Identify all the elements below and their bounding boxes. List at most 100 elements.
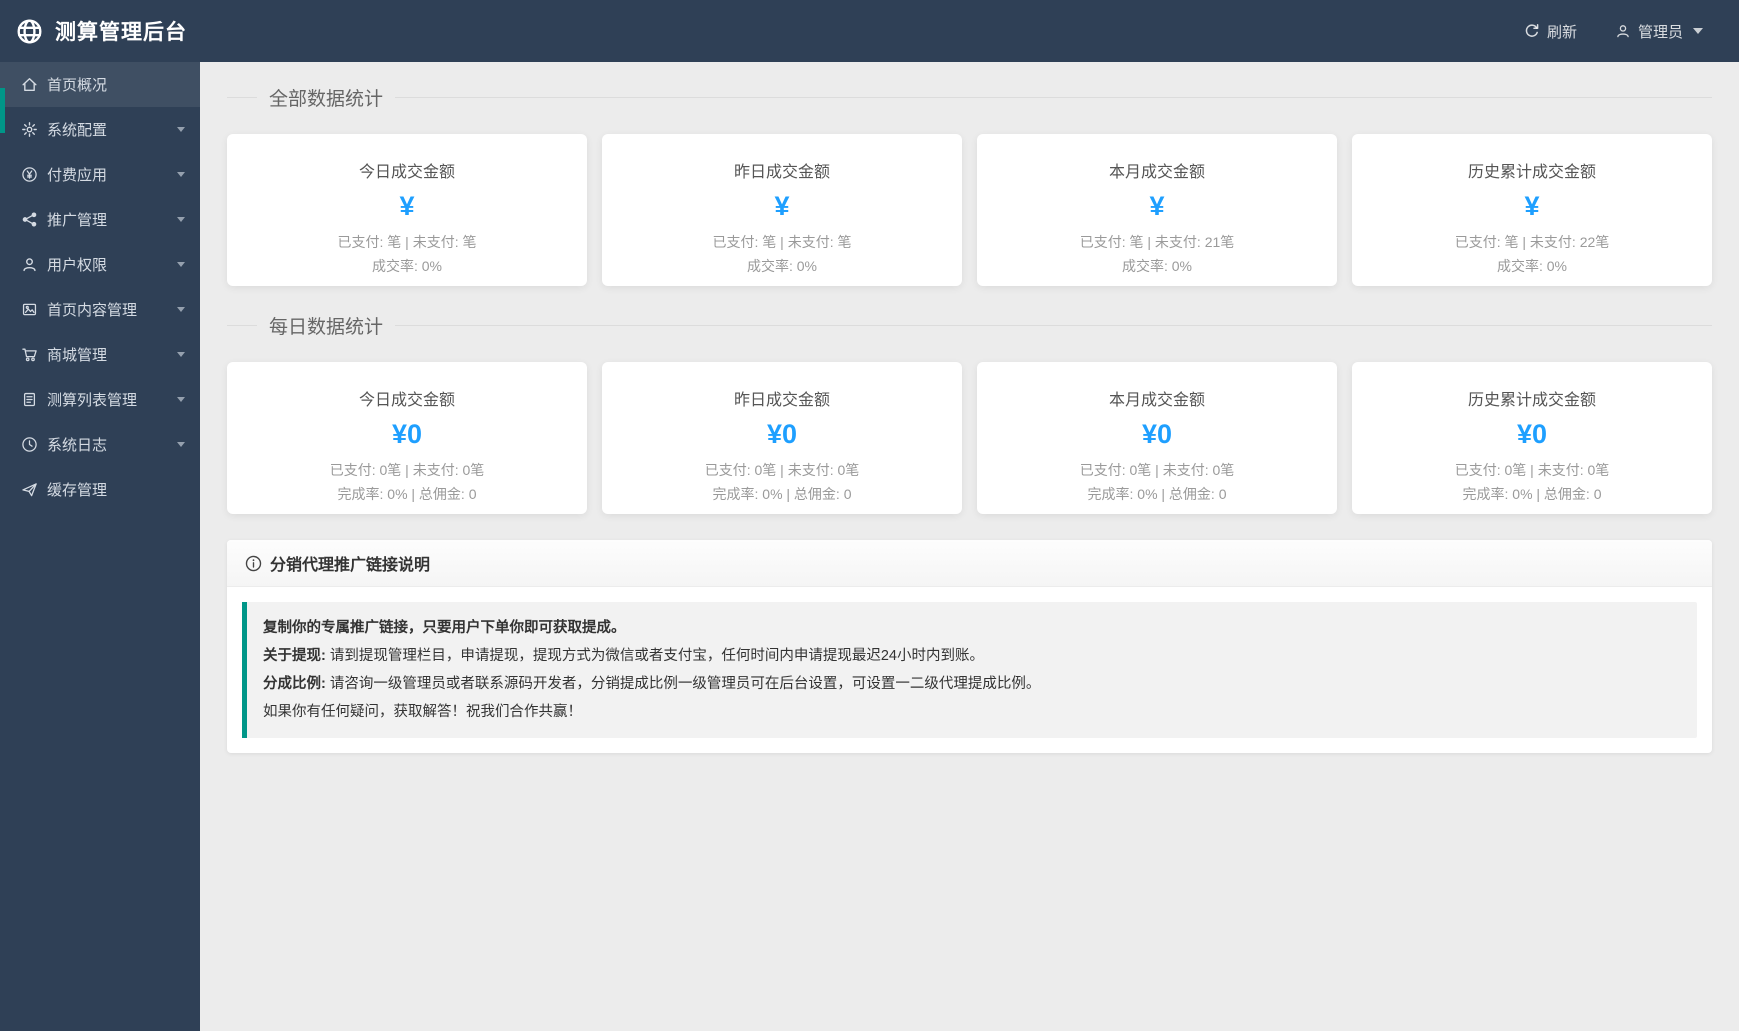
sidebar-item-label: 缓存管理	[47, 479, 185, 500]
paper-plane-icon	[21, 481, 38, 498]
stat-card: 今日成交金额 ¥0 已支付: 0笔 | 未支付: 0笔完成率: 0% | 总佣金: …	[227, 362, 587, 514]
section-title-all-stats: 全部数据统计	[227, 86, 1712, 108]
user-icon	[1615, 23, 1631, 39]
notice-line-text: 如果你有任何疑问，获取解答！祝我们合作共赢！	[263, 704, 582, 720]
stat-card-line2: 成交率: 0%	[227, 256, 587, 276]
stat-card: 本月成交金额¥已支付: 笔 | 未支付: 21笔成交率: 0%	[977, 134, 1337, 286]
sidebar-menu: 首页概况系统配置付费应用推广管理用户权限首页内容管理商城管理测算列表管理系统日志…	[0, 62, 200, 512]
sidebar-item-paid-apps[interactable]: 付费应用	[0, 152, 200, 197]
stat-card-line1: 已支付: 0笔 | 未支付: 0笔	[602, 460, 962, 480]
notice-line-bold: 复制你的专属推广链接，只要用户下单你即可获取提成。	[263, 620, 626, 636]
sidebar-item-label: 商城管理	[47, 344, 177, 365]
notice-line: 关于提现: 请到提现管理栏目，申请提现，提现方式为微信或者支付宝，任何时间内申请…	[263, 642, 1681, 670]
sidebar-item-calc-list[interactable]: 测算列表管理	[0, 377, 200, 422]
user-icon	[21, 256, 38, 273]
notice-quote: 复制你的专属推广链接，只要用户下单你即可获取提成。关于提现: 请到提现管理栏目，…	[242, 602, 1697, 738]
sidebar-item-label: 测算列表管理	[47, 389, 177, 410]
notice-line-text: 请到提现管理栏目，申请提现，提现方式为微信或者支付宝，任何时间内申请提现最迟24…	[326, 648, 984, 664]
admin-dropdown[interactable]: 管理员	[1615, 21, 1703, 42]
notice-panel-body: 复制你的专属推广链接，只要用户下单你即可获取提成。关于提现: 请到提现管理栏目，…	[227, 587, 1712, 753]
notice-title: 分销代理推广链接说明	[270, 551, 430, 575]
topbar-actions: 刷新 管理员	[1524, 21, 1739, 42]
active-menu-indicator	[0, 88, 5, 133]
stat-card-line2: 完成率: 0% | 总佣金: 0	[977, 484, 1337, 504]
stat-card-line1: 已支付: 笔 | 未支付: 笔	[602, 232, 962, 252]
stat-card: 今日成交金额¥已支付: 笔 | 未支付: 笔成交率: 0%	[227, 134, 587, 286]
stat-card-amount: ¥0	[227, 418, 587, 450]
stat-card-line2: 完成率: 0% | 总佣金: 0	[1352, 484, 1712, 504]
notice-line: 如果你有任何疑问，获取解答！祝我们合作共赢！	[263, 698, 1681, 726]
chevron-down-icon	[177, 217, 185, 222]
stat-card-line2: 完成率: 0% | 总佣金: 0	[227, 484, 587, 504]
stat-card-line2: 成交率: 0%	[1352, 256, 1712, 276]
chevron-down-icon	[177, 172, 185, 177]
sidebar-item-home[interactable]: 首页概况	[0, 62, 200, 107]
sidebar-item-label: 系统日志	[47, 434, 177, 455]
stats-sections: 全部数据统计今日成交金额¥已支付: 笔 | 未支付: 笔成交率: 0%昨日成交金…	[227, 86, 1712, 514]
stat-card-amount: ¥0	[977, 418, 1337, 450]
share-icon	[21, 211, 38, 228]
stat-card-line1: 已支付: 0笔 | 未支付: 0笔	[227, 460, 587, 480]
caret-down-icon	[1693, 28, 1703, 34]
chevron-down-icon	[177, 127, 185, 132]
info-icon	[245, 555, 262, 572]
stat-card-title: 今日成交金额	[227, 386, 587, 410]
sidebar-item-label: 首页概况	[47, 74, 185, 95]
section-title-text: 全部数据统计	[257, 84, 395, 111]
sidebar-item-system-logs[interactable]: 系统日志	[0, 422, 200, 467]
stat-card-title: 昨日成交金额	[602, 158, 962, 182]
chevron-down-icon	[177, 442, 185, 447]
admin-label: 管理员	[1638, 21, 1683, 42]
sidebar-item-label: 系统配置	[47, 119, 177, 140]
stat-card-title: 本月成交金额	[977, 158, 1337, 182]
stat-card-amount: ¥	[227, 190, 587, 222]
yen-circle-icon	[21, 166, 38, 183]
refresh-label: 刷新	[1547, 21, 1577, 42]
card-grid-all-stats: 今日成交金额¥已支付: 笔 | 未支付: 笔成交率: 0%昨日成交金额¥已支付:…	[227, 134, 1712, 286]
sidebar-item-system-config[interactable]: 系统配置	[0, 107, 200, 152]
sidebar-item-label: 推广管理	[47, 209, 177, 230]
title-rule-right	[395, 325, 1712, 326]
picture-icon	[21, 301, 38, 318]
chevron-down-icon	[177, 262, 185, 267]
brand: 测算管理后台	[0, 16, 187, 46]
stat-card: 本月成交金额¥0已支付: 0笔 | 未支付: 0笔完成率: 0% | 总佣金: …	[977, 362, 1337, 514]
chevron-down-icon	[177, 307, 185, 312]
stat-card-line1: 已支付: 笔 | 未支付: 21笔	[977, 232, 1337, 252]
notice-panel: 分销代理推广链接说明 复制你的专属推广链接，只要用户下单你即可获取提成。关于提现…	[227, 540, 1712, 753]
stat-card-line1: 已支付: 笔 | 未支付: 22笔	[1352, 232, 1712, 252]
stat-card-amount: ¥0	[602, 418, 962, 450]
stat-card-line1: 已支付: 0笔 | 未支付: 0笔	[1352, 460, 1712, 480]
topbar: 测算管理后台 刷新 管理员	[0, 0, 1739, 62]
refresh-icon	[1524, 23, 1540, 39]
refresh-button[interactable]: 刷新	[1524, 21, 1577, 42]
stat-card-title: 本月成交金额	[977, 386, 1337, 410]
sidebar-item-cache[interactable]: 缓存管理	[0, 467, 200, 512]
stat-card: 历史累计成交金额¥已支付: 笔 | 未支付: 22笔成交率: 0%	[1352, 134, 1712, 286]
notice-line-bold: 分成比例:	[263, 676, 326, 692]
title-rule-left	[227, 325, 257, 326]
stat-card-title: 昨日成交金额	[602, 386, 962, 410]
clock-icon	[21, 436, 38, 453]
notice-panel-header: 分销代理推广链接说明	[227, 540, 1712, 587]
stat-card-title: 历史累计成交金额	[1352, 386, 1712, 410]
stat-card-amount: ¥0	[1352, 418, 1712, 450]
sidebar: 首页概况系统配置付费应用推广管理用户权限首页内容管理商城管理测算列表管理系统日志…	[0, 62, 200, 1031]
sidebar-item-label: 付费应用	[47, 164, 177, 185]
sidebar-item-home-content[interactable]: 首页内容管理	[0, 287, 200, 332]
sidebar-item-user-permissions[interactable]: 用户权限	[0, 242, 200, 287]
gear-icon	[21, 121, 38, 138]
notice-line-text: 请咨询一级管理员或者联系源码开发者，分销提成比例一级管理员可在后台设置，可设置一…	[326, 676, 1041, 692]
notice-line: 分成比例: 请咨询一级管理员或者联系源码开发者，分销提成比例一级管理员可在后台设…	[263, 670, 1681, 698]
main-content: 全部数据统计今日成交金额¥已支付: 笔 | 未支付: 笔成交率: 0%昨日成交金…	[200, 62, 1739, 1031]
stat-card-title: 今日成交金额	[227, 158, 587, 182]
sidebar-item-promotion[interactable]: 推广管理	[0, 197, 200, 242]
home-icon	[21, 76, 38, 93]
stat-card: 历史累计成交金额 ¥0 已支付: 0笔 | 未支付: 0笔完成率: 0% | 总佣金…	[1352, 362, 1712, 514]
sidebar-item-mall[interactable]: 商城管理	[0, 332, 200, 377]
stat-card-line2: 成交率: 0%	[977, 256, 1337, 276]
stat-card: 昨日成交金额¥0已支付: 0笔 | 未支付: 0笔完成率: 0% | 总佣金: …	[602, 362, 962, 514]
stat-card: 昨日成交金额¥已支付: 笔 | 未支付: 笔成交率: 0%	[602, 134, 962, 286]
section-title-text: 每日数据统计	[257, 312, 395, 339]
title-rule-left	[227, 97, 257, 98]
